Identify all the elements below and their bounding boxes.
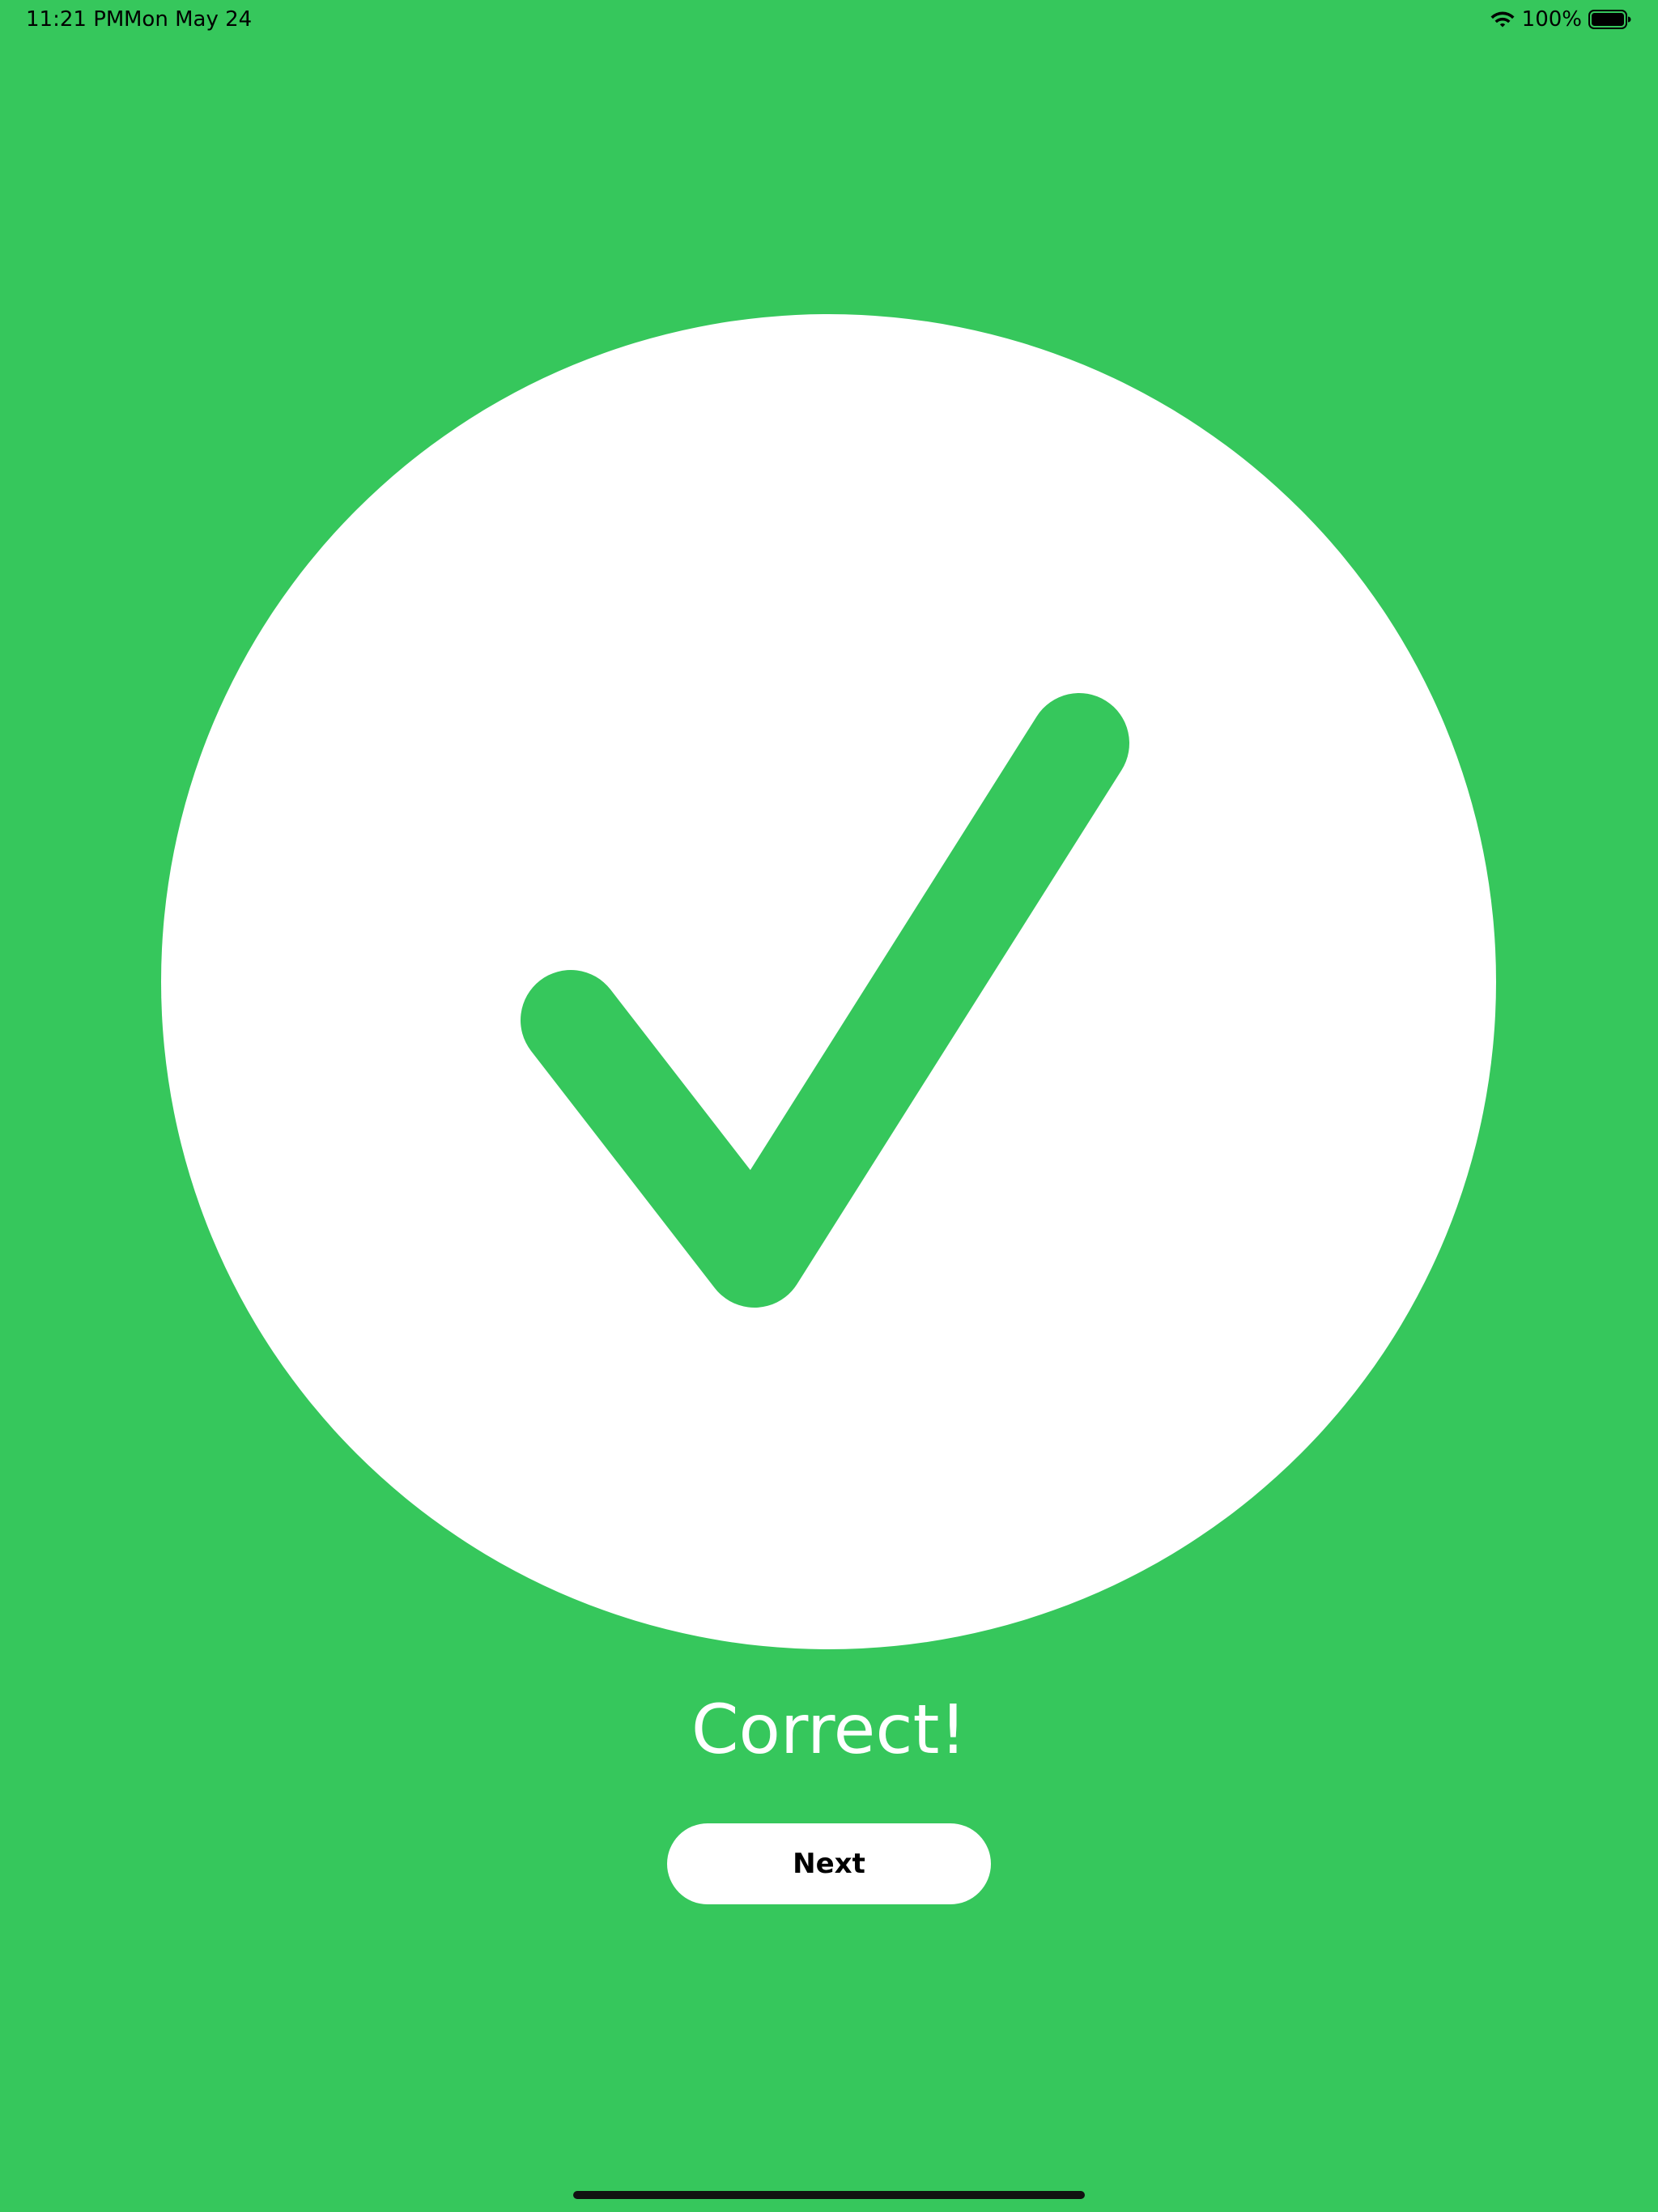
result-circle [161,314,1496,1649]
status-date: Mon May 24 [124,7,253,32]
next-button[interactable]: Next [667,1823,991,1904]
wifi-icon [1490,11,1515,28]
result-title: Correct! [691,1690,967,1769]
battery-percentage: 100% [1521,7,1582,32]
status-bar: 11:21 PM Mon May 24 100% [0,0,1658,39]
status-indicators: 100% [1490,6,1632,32]
home-indicator[interactable] [573,2191,1085,2199]
battery-icon [1588,10,1631,29]
status-time: 11:21 PM [26,7,125,32]
